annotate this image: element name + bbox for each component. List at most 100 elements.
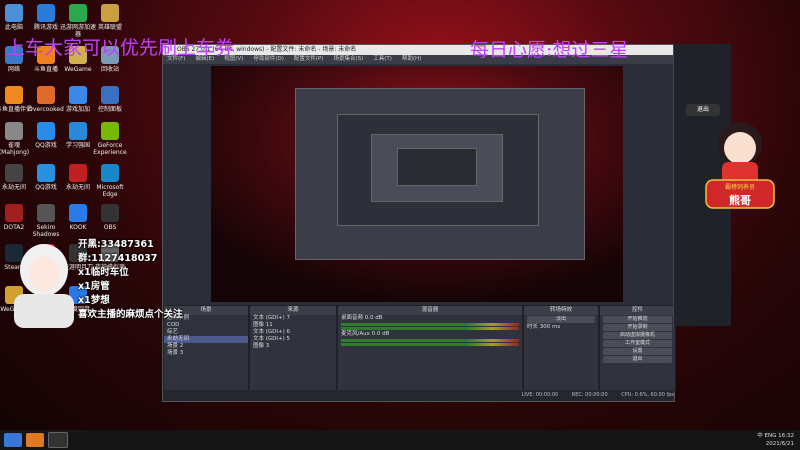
overlay-text-right: 每日心愿:想过三星 (470, 39, 629, 61)
source-item[interactable]: 文本 (GDI+) 5 (250, 336, 336, 343)
scene-item[interactable]: 永劫无间 (164, 336, 248, 343)
desktop-icon-label: KOOK (69, 224, 87, 231)
desktop-icon-label: 游戏加加 (65, 106, 90, 113)
desktop-icon-label: 控制面板 (97, 106, 122, 113)
control-button[interactable]: 退出 (603, 356, 672, 363)
app-icon (101, 122, 119, 140)
sources-header: 来源 (250, 306, 336, 315)
control-button[interactable]: 启动虚拟摄像机 (603, 332, 672, 339)
obs-preview[interactable] (211, 66, 623, 302)
desktop-icon-label: 雀魂(Mahjong) (0, 142, 30, 156)
source-item[interactable]: 图像 3 (250, 343, 336, 350)
control-button[interactable]: 工作室模式 (603, 340, 672, 347)
system-tray: 中 ENG 16:32 2021/6/21 (757, 432, 794, 448)
app-icon (69, 204, 87, 222)
clock-date[interactable]: 2021/6/21 (766, 441, 794, 447)
desktop-icon-label: QQ游戏 (35, 184, 57, 191)
mixer-channel-header: 麦克风/Aux 0.0 dB (338, 331, 522, 338)
mixer-channel-header: 桌面音频 0.0 dB (338, 315, 522, 322)
transitions-dock: 转场特效 淡出 时长 300 ms (523, 305, 599, 391)
scene-item[interactable]: 综艺 (164, 329, 248, 336)
taskbar-app-obs[interactable] (48, 432, 68, 448)
obs-menu-item[interactable]: 停靠部件(D) (253, 55, 284, 64)
app-icon (37, 86, 55, 104)
streamer-info-line: x1临时车位 (78, 267, 129, 278)
obs-menu-item[interactable]: 配置文件(P) (294, 55, 324, 64)
clock-time[interactable]: 16:32 (778, 433, 794, 439)
app-icon (5, 4, 23, 22)
desktop-icon-label: 此电脑 (4, 24, 23, 31)
volume-slider[interactable] (341, 343, 519, 346)
desktop-icon-label: DOTA2 (3, 224, 25, 231)
desktop-icon-label: GeForce Experience (93, 142, 127, 156)
scene-item[interactable]: 场景 3 (164, 350, 248, 357)
duration-row: 时长 300 ms (524, 324, 598, 331)
control-button[interactable]: 开始推流 (603, 316, 672, 323)
app-icon (69, 164, 87, 182)
obs-menu-item[interactable]: 帮助(H) (402, 55, 421, 64)
transitions-header: 转场特效 (524, 306, 598, 315)
app-icon (37, 204, 55, 222)
control-button[interactable]: 设置 (603, 348, 672, 355)
app-icon (37, 164, 55, 182)
desktop-icon-label: 永劫无间 (65, 184, 90, 191)
desktop-icon[interactable]: 英雄联盟 (90, 4, 130, 31)
taskbar-app-douyu[interactable] (26, 433, 44, 447)
app-icon (69, 86, 87, 104)
controls-dock: 控件 开始推流 开始录制 启动虚拟摄像机 工作室模式 设置 退出 (599, 305, 676, 391)
duration-value[interactable]: 300 ms (540, 324, 560, 330)
app-icon (69, 4, 87, 22)
desktop-icon[interactable]: Microsoft Edge (90, 164, 130, 198)
desktop-icon-label: 永劫无间 (1, 184, 26, 191)
app-icon (5, 86, 23, 104)
streamer-info-line: 开黑:33487361 (78, 239, 154, 250)
source-item[interactable]: 文本 (GDI+) 7 (250, 315, 336, 322)
desktop-icon[interactable]: OBS (90, 204, 130, 231)
scene-item[interactable]: 场景 2 (164, 343, 248, 350)
start-button[interactable] (4, 433, 22, 447)
streamer-info-line: 群:1127418037 (78, 253, 158, 264)
mixer-channel-name: 桌面音频 (341, 315, 364, 321)
desktop-icon-label: WeGame (64, 66, 92, 73)
rec-status: REC: 00:00:00 (571, 392, 608, 398)
desktop-icon-label: 网络 (7, 66, 20, 73)
volume-slider[interactable] (341, 327, 519, 330)
app-icon (5, 204, 23, 222)
mascot-sticker: 霸榜饲养员 熊哥 (700, 110, 780, 220)
volume-meter (341, 323, 519, 326)
transition-select[interactable]: 淡出 (527, 316, 595, 323)
desktop-icon-label: Microsoft Edge (96, 184, 124, 198)
app-icon (101, 86, 119, 104)
mascot-sign: 熊哥 (729, 194, 751, 207)
streamer-info-line: x1房管 (78, 281, 110, 292)
app-icon (37, 122, 55, 140)
duration-label: 时长 (527, 324, 539, 330)
source-item[interactable]: 图像 11 (250, 322, 336, 329)
mixer-channel: 麦克风/Aux 0.0 dB (338, 331, 522, 346)
control-button[interactable]: 开始录制 (603, 324, 672, 331)
mixer-channel-level: 0.0 dB (371, 331, 390, 337)
obs-menu-item[interactable]: 场景集合(S) (333, 55, 363, 64)
sources-dock: 来源 文本 (GDI+) 7 图像 11 文本 (GDI+) 6 文本 (GDI+) … (249, 305, 337, 391)
desktop-icon[interactable]: 控制面板 (90, 86, 130, 113)
app-icon (101, 164, 119, 182)
mixer-channel-level: 0.0 dB (364, 315, 383, 321)
streamer-info-line: x1梦想 (78, 295, 110, 306)
desktop-icon-label: 腾讯游戏 (33, 24, 58, 31)
app-icon (69, 122, 87, 140)
taskbar: 中 ENG 16:32 2021/6/21 (0, 430, 800, 450)
source-item[interactable]: 文本 (GDI+) 6 (250, 329, 336, 336)
app-icon (5, 122, 23, 140)
desktop-icon[interactable]: GeForce Experience (90, 122, 130, 156)
desktop-icon-label: 回收站 (100, 66, 119, 73)
scene-item[interactable]: COD (164, 322, 248, 329)
input-method[interactable]: 中 (757, 433, 763, 439)
avatar-drawing (14, 244, 74, 328)
streamer-avatar (4, 238, 84, 328)
mixer-dock: 混音器 桌面音频 0.0 dB 麦克风/Aux 0.0 dB (337, 305, 523, 391)
obs-menu-item[interactable]: 工具(T) (373, 55, 392, 64)
desktop-icons: 此电脑腾讯游戏迅游网游加速器英雄联盟网络斗鱼直播WeGame回收站斗鱼直播伴侣O… (0, 0, 130, 420)
volume-meter (341, 339, 519, 342)
language-indicator[interactable]: ENG (765, 433, 777, 439)
mixer-header: 混音器 (338, 306, 522, 315)
